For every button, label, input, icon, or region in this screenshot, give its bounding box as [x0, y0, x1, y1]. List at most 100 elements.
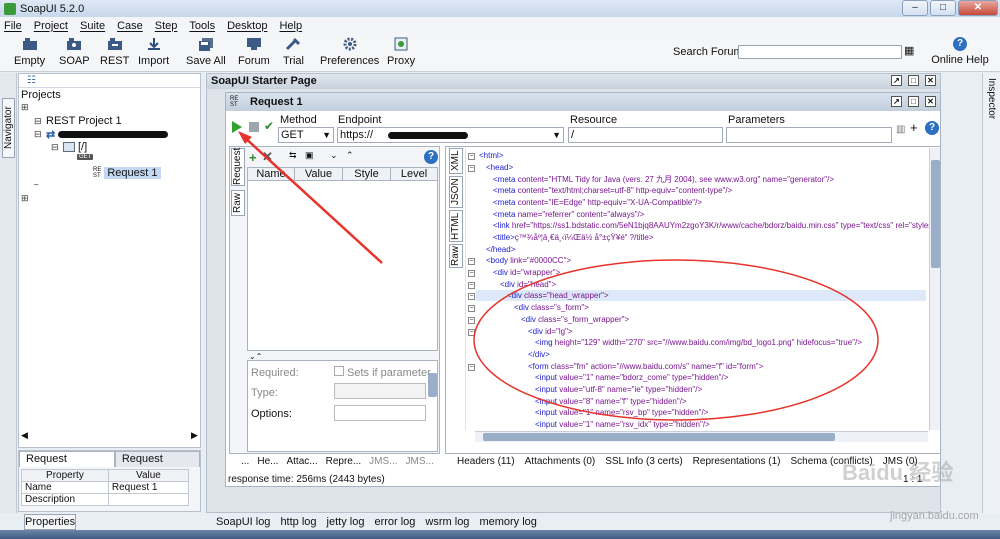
response-tab-xml[interactable]: XML: [449, 148, 463, 174]
required-checkbox[interactable]: [334, 366, 344, 376]
log-tab-wsrm[interactable]: wsrm log: [425, 514, 469, 530]
params-table-body[interactable]: [247, 181, 438, 351]
fold-toggle-icon[interactable]: −: [468, 153, 475, 160]
proxy-button[interactable]: Proxy: [387, 36, 415, 70]
tree-item-service[interactable]: ⊟ ⇄: [34, 128, 169, 141]
maximize-icon[interactable]: □: [908, 96, 919, 107]
menu-project[interactable]: Project: [34, 20, 68, 32]
fold-toggle-icon[interactable]: −: [468, 328, 475, 336]
log-tab-memory[interactable]: memory log: [479, 514, 536, 530]
table-row[interactable]: Name Request 1: [21, 481, 190, 494]
column-header-value[interactable]: Value: [295, 168, 343, 180]
response-xml-editor[interactable]: <html> − <head> − <meta content="HTML Tidy f…: [465, 148, 932, 430]
nav-scroll-right[interactable]: ▶: [191, 430, 198, 441]
log-tab-soapui[interactable]: SoapUI log: [216, 514, 270, 530]
run-request-button[interactable]: [232, 121, 242, 133]
response-tab-raw[interactable]: Raw: [449, 244, 463, 268]
menu-file[interactable]: File: [4, 20, 22, 32]
log-tab-http[interactable]: http log: [280, 514, 316, 530]
method-select[interactable]: GET ▼: [278, 127, 334, 143]
params-help-icon[interactable]: ?: [424, 150, 438, 164]
scroll-thumb[interactable]: [931, 160, 940, 268]
response-vertical-scrollbar[interactable]: [929, 148, 940, 430]
binoculars-icon[interactable]: ▦: [904, 45, 916, 57]
log-tab-error[interactable]: error log: [374, 514, 415, 530]
close-button[interactable]: ✕: [958, 0, 998, 16]
column-header-property[interactable]: Property: [21, 469, 109, 482]
add-param-icon[interactable]: +: [249, 150, 257, 165]
fold-toggle-icon[interactable]: −: [468, 316, 475, 324]
parameters-input[interactable]: [726, 127, 892, 143]
undock-icon[interactable]: ↗: [891, 96, 902, 107]
type-input[interactable]: [334, 383, 426, 399]
soap-project-button[interactable]: SOAP: [59, 36, 90, 70]
menu-case[interactable]: Case: [117, 20, 143, 32]
tab-more[interactable]: ...: [241, 456, 249, 467]
fold-toggle-icon[interactable]: −: [468, 270, 475, 277]
tab-representations[interactable]: Repre...: [326, 456, 362, 467]
tab-request-properties[interactable]: Request Properties: [19, 451, 115, 480]
tab-ssl-info[interactable]: SSL Info (3 certs): [605, 456, 682, 467]
move-up-icon[interactable]: ⌃: [346, 150, 354, 161]
response-horizontal-scrollbar[interactable]: [475, 431, 928, 442]
forum-button[interactable]: Forum: [238, 36, 270, 70]
tree-item-method[interactable]: GET: [77, 154, 94, 160]
tree-item-project[interactable]: ⊟ REST Project 1: [34, 115, 122, 127]
column-header-style[interactable]: Style: [343, 168, 391, 180]
column-header-level[interactable]: Level: [391, 168, 437, 180]
maximize-button[interactable]: □: [930, 0, 956, 16]
add-icon[interactable]: +: [910, 120, 918, 135]
online-help-button[interactable]: ? Online Help: [930, 37, 990, 66]
tree-root-projects[interactable]: Projects: [21, 89, 61, 101]
minimize-button[interactable]: –: [902, 0, 928, 16]
rest-project-button[interactable]: REST: [100, 36, 129, 70]
menu-suite[interactable]: Suite: [80, 20, 105, 32]
close-icon[interactable]: ✕: [925, 75, 936, 86]
checkmark-icon[interactable]: ✔: [264, 119, 274, 133]
detail-scroll-thumb[interactable]: [428, 373, 437, 397]
fold-toggle-icon[interactable]: −: [468, 305, 475, 313]
menu-help[interactable]: Help: [279, 20, 302, 32]
tab-request-params[interactable]: Request Params: [114, 451, 200, 480]
tree-view-icon[interactable]: ☷: [27, 75, 36, 86]
stop-request-button[interactable]: [249, 122, 259, 132]
columns-icon[interactable]: ▥: [896, 124, 905, 135]
request-side-tab-raw[interactable]: Raw: [231, 190, 245, 216]
move-param-icon[interactable]: ⇆: [289, 150, 297, 161]
scroll-thumb[interactable]: [483, 433, 835, 441]
response-tab-html[interactable]: HTML: [449, 210, 463, 242]
fold-toggle-icon[interactable]: −: [468, 281, 475, 289]
fold-toggle-icon[interactable]: −: [468, 363, 475, 371]
endpoint-select[interactable]: https:// ▼: [337, 127, 564, 143]
response-tab-json[interactable]: JSON: [449, 176, 463, 208]
maximize-icon[interactable]: □: [908, 75, 919, 86]
tab-response-headers[interactable]: Headers (11): [457, 456, 515, 467]
tree-item-resource[interactable]: ⊟ [/]: [51, 141, 87, 153]
tab-representations[interactable]: Representations (1): [693, 456, 781, 467]
fold-toggle-icon[interactable]: −: [468, 258, 475, 266]
fold-toggle-icon[interactable]: −: [468, 164, 475, 172]
navigator-tab[interactable]: Navigator: [2, 98, 15, 158]
trial-button[interactable]: Trial: [283, 36, 304, 70]
menu-tools[interactable]: Tools: [189, 20, 215, 32]
tree-item-request[interactable]: RE ST Request 1: [93, 167, 161, 179]
close-icon[interactable]: ✕: [925, 96, 936, 107]
tab-headers[interactable]: He...: [257, 456, 278, 467]
undock-icon[interactable]: ↗: [891, 75, 902, 86]
tab-response-attachments[interactable]: Attachments (0): [525, 456, 596, 467]
save-all-button[interactable]: Save All: [186, 36, 226, 70]
menu-desktop[interactable]: Desktop: [227, 20, 267, 32]
options-input[interactable]: [334, 405, 426, 421]
tab-jms-headers[interactable]: JMS...: [369, 456, 397, 467]
inspector-tab[interactable]: Inspector: [986, 78, 997, 119]
empty-project-button[interactable]: Empty: [14, 36, 45, 70]
table-row[interactable]: Description: [21, 493, 190, 506]
column-header-name[interactable]: Name: [248, 168, 295, 180]
tree-expander-1[interactable]: ⊞: [21, 102, 30, 113]
search-forum-input[interactable]: [738, 45, 902, 59]
import-button[interactable]: Import: [138, 36, 169, 70]
tree-expander-2[interactable]: ⊞: [21, 193, 30, 204]
preferences-button[interactable]: Preferences: [320, 36, 379, 70]
remove-param-icon[interactable]: ✕: [262, 149, 273, 165]
column-header-value[interactable]: Value: [107, 469, 190, 482]
